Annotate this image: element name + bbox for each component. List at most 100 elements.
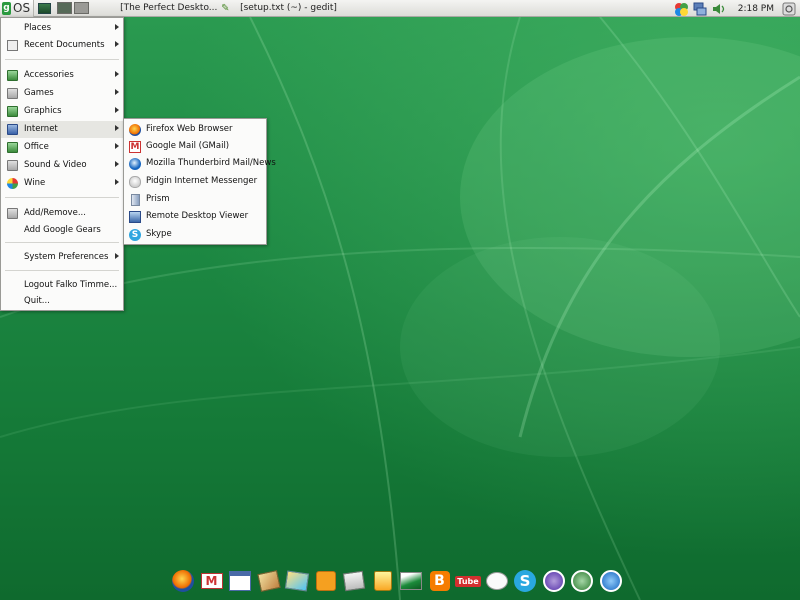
- application-dock: M B Tube S: [170, 568, 626, 596]
- menu-item-label: Logout Falko Timme...: [24, 280, 118, 290]
- dock-news[interactable]: [341, 568, 367, 594]
- os-menu-button[interactable]: g OS: [0, 0, 35, 17]
- dock-chat[interactable]: [484, 568, 510, 594]
- menu-item-label: Games: [24, 88, 54, 98]
- menu-item-add-google-gears[interactable]: Add Google Gears: [1, 222, 123, 239]
- volume-icon[interactable]: [712, 2, 726, 16]
- taskbar-item-gedit[interactable]: ✎ [setup.txt (~) - gedit]: [215, 0, 343, 17]
- submenu-item-label: Prism: [146, 194, 170, 204]
- submenu-arrow-icon: [115, 89, 119, 95]
- top-panel: g OS [The Perfect Deskto... ✎ [setup.txt…: [0, 0, 800, 17]
- gmail-icon: M: [200, 573, 223, 589]
- menu-item-places[interactable]: Places: [1, 20, 123, 37]
- clock[interactable]: 2:18 PM: [738, 4, 774, 14]
- menu-item-label: System Preferences: [24, 252, 109, 262]
- thunderbird-icon: [129, 158, 141, 170]
- menu-item-label: Graphics: [24, 106, 62, 116]
- menu-item-sound-video[interactable]: Sound & Video: [1, 157, 123, 174]
- submenu-item-gmail[interactable]: M Google Mail (GMail): [124, 138, 266, 155]
- openoffice-icon: [599, 570, 622, 592]
- skype-icon: S: [129, 229, 141, 241]
- menu-item-label: Accessories: [24, 70, 74, 80]
- menu-item-label: Quit...: [24, 296, 50, 306]
- dock-shopping[interactable]: [370, 568, 396, 594]
- gedit-icon: ✎: [221, 2, 230, 14]
- menu-item-label: Recent Documents: [24, 40, 105, 50]
- menu-item-add-remove[interactable]: Add/Remove...: [1, 205, 123, 222]
- dock-skype[interactable]: S: [512, 568, 538, 594]
- submenu-arrow-icon: [115, 125, 119, 131]
- pidgin-icon: [129, 176, 141, 188]
- menu-item-recent-documents[interactable]: Recent Documents: [1, 37, 123, 54]
- skype-icon: S: [514, 570, 536, 592]
- menu-separator: [5, 197, 119, 198]
- menu-item-accessories[interactable]: Accessories: [1, 67, 123, 84]
- menu-item-label: Add Google Gears: [24, 225, 101, 235]
- menu-item-label: Wine: [24, 178, 46, 188]
- taskbar-item-firefox[interactable]: [The Perfect Deskto...: [107, 0, 217, 17]
- dock-maps[interactable]: [284, 568, 310, 594]
- workspace-2[interactable]: [74, 2, 90, 14]
- submenu-arrow-icon: [115, 179, 119, 185]
- maps-icon: [284, 570, 310, 592]
- accessories-icon: [7, 70, 18, 81]
- submenu-item-prism[interactable]: Prism: [124, 191, 266, 208]
- remote-desktop-icon: [129, 211, 141, 223]
- workspace-1[interactable]: [57, 2, 73, 14]
- menu-item-label: Sound & Video: [24, 160, 87, 170]
- submenu-item-label: Google Mail (GMail): [146, 141, 230, 151]
- submenu-item-label: Mozilla Thunderbird Mail/News: [146, 158, 276, 168]
- menu-item-label: Internet: [24, 124, 58, 134]
- dock-openoffice-1[interactable]: [541, 568, 567, 594]
- menu-item-label: Office: [24, 142, 49, 152]
- submenu-item-skype[interactable]: S Skype: [124, 226, 266, 243]
- menu-item-quit[interactable]: Quit...: [1, 293, 123, 310]
- dock-youtube[interactable]: Tube: [455, 568, 481, 594]
- games-icon: [7, 88, 18, 99]
- submenu-arrow-icon: [115, 107, 119, 113]
- sound-video-icon: [7, 160, 18, 171]
- graphics-icon: [7, 106, 18, 117]
- dock-blogger[interactable]: B: [427, 568, 453, 594]
- dock-calendar[interactable]: [227, 568, 253, 594]
- dock-photos[interactable]: [256, 568, 282, 594]
- dock-picasa[interactable]: [398, 568, 424, 594]
- dock-gmail[interactable]: M: [199, 568, 225, 594]
- menu-item-games[interactable]: Games: [1, 85, 123, 102]
- submenu-item-pidgin[interactable]: Pidgin Internet Messenger: [124, 173, 266, 190]
- firefox-icon: [129, 124, 141, 136]
- software-updates-icon[interactable]: [674, 2, 688, 16]
- menu-item-system-preferences[interactable]: System Preferences: [1, 249, 123, 266]
- shopping-bag-icon: [373, 571, 392, 591]
- menu-separator: [5, 59, 119, 60]
- menu-item-graphics[interactable]: Graphics: [1, 103, 123, 120]
- dock-openoffice-3[interactable]: [598, 568, 624, 594]
- openoffice-icon: [571, 570, 593, 592]
- submenu-item-firefox[interactable]: Firefox Web Browser: [124, 121, 266, 138]
- submenu-item-label: Remote Desktop Viewer: [146, 211, 249, 221]
- submenu-item-remote-desktop[interactable]: Remote Desktop Viewer: [124, 208, 266, 225]
- menu-item-internet[interactable]: Internet: [1, 121, 123, 138]
- submenu-arrow-icon: [115, 71, 119, 77]
- dock-rss[interactable]: [313, 568, 339, 594]
- menu-item-office[interactable]: Office: [1, 139, 123, 156]
- submenu-arrow-icon: [115, 161, 119, 167]
- os-menu-label: OS: [13, 1, 31, 15]
- menu-item-logout[interactable]: Logout Falko Timme...: [1, 277, 123, 294]
- dock-openoffice-2[interactable]: [569, 568, 595, 594]
- applications-menu: Places Recent Documents Accessories Game…: [0, 17, 124, 311]
- submenu-item-label: Skype: [146, 229, 172, 239]
- terminal-launcher-icon[interactable]: [38, 2, 52, 14]
- submenu-item-thunderbird[interactable]: Mozilla Thunderbird Mail/News: [124, 155, 276, 172]
- network-icon[interactable]: [693, 2, 707, 16]
- menu-separator: [5, 270, 119, 271]
- rss-icon: [315, 571, 336, 591]
- submenu-item-label: Firefox Web Browser: [146, 124, 233, 134]
- logout-icon[interactable]: [782, 2, 796, 16]
- submenu-arrow-icon: [115, 41, 119, 47]
- recent-documents-icon: [7, 40, 18, 51]
- submenu-arrow-icon: [115, 143, 119, 149]
- dock-firefox[interactable]: [170, 568, 196, 594]
- menu-item-wine[interactable]: Wine: [1, 175, 123, 192]
- submenu-arrow-icon: [115, 24, 119, 30]
